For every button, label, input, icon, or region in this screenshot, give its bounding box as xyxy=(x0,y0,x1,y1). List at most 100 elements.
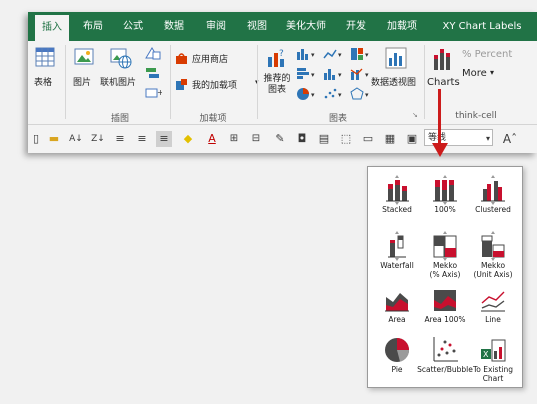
camera-icon[interactable]: ◘ xyxy=(294,131,310,147)
callout-arrow-head xyxy=(432,143,448,157)
scatter-chart-icon[interactable]: ▾ xyxy=(323,87,347,101)
chart-option-label: To Existing Chart xyxy=(473,365,513,383)
tab-addins[interactable]: 加载项 xyxy=(382,12,422,41)
new-file-icon[interactable]: ▯ xyxy=(28,131,44,147)
online-picture-button[interactable]: 联机图片 xyxy=(100,45,140,93)
table-icon xyxy=(35,47,55,67)
layout-icon[interactable]: ▦ xyxy=(382,131,398,147)
sort-ascending-icon[interactable]: A↓ xyxy=(68,131,84,147)
chart-option-clustered[interactable]: Clustered xyxy=(468,173,518,225)
group-divider xyxy=(424,45,425,119)
thinkcell-charts-icon xyxy=(434,49,450,70)
excel-ribbon: 插入 布局 公式 数据 审阅 视图 美化大师 开发 加载项 XY Chart L… xyxy=(28,12,537,153)
smartart-icon[interactable] xyxy=(144,66,162,80)
pivot-chart-label: 数据透视图 xyxy=(371,78,417,88)
svg-text:▾: ▾ xyxy=(311,71,315,79)
group-divider xyxy=(65,45,66,119)
ribbon-tab-bar: 插入 布局 公式 数据 审阅 视图 美化大师 开发 加载项 XY Chart L… xyxy=(28,12,537,41)
picture-frame-icon[interactable]: ▣ xyxy=(404,131,420,147)
open-folder-icon[interactable]: ▬ xyxy=(46,131,62,147)
tab-review[interactable]: 审阅 xyxy=(201,12,231,41)
line-option-icon xyxy=(481,291,505,312)
increase-font-icon[interactable]: Aˆ xyxy=(502,131,518,147)
chart-option-stacked[interactable]: Stacked xyxy=(372,173,422,225)
chart-option-label: Mekko (Unit Axis) xyxy=(473,261,513,279)
stacked-chart-icon xyxy=(386,175,409,205)
group-divider xyxy=(257,45,258,119)
chart-option-area[interactable]: Area xyxy=(372,283,422,335)
online-picture-label: 联机图片 xyxy=(100,78,137,88)
dialog-launcher-icon[interactable]: ↘ xyxy=(412,111,418,119)
pivot-chart-icon xyxy=(385,47,407,69)
svg-text:?: ? xyxy=(279,49,284,59)
waterfall-chart-icon xyxy=(388,231,406,261)
pivot-chart-button[interactable]: 数据透视图 xyxy=(371,45,421,95)
select-icon[interactable]: ⬚ xyxy=(338,131,354,147)
tab-layout[interactable]: 布局 xyxy=(78,12,108,41)
pie-chart-icon[interactable]: ▾ xyxy=(296,87,320,101)
picture-label: 图片 xyxy=(73,78,92,88)
tab-data[interactable]: 数据 xyxy=(159,12,189,41)
table-button[interactable]: 表格 xyxy=(32,45,58,93)
thinkcell-charts-button[interactable]: Charts xyxy=(426,45,460,97)
quick-toolbar: ▯ ▬ A↓ Z↓ ≡ ≡ ≡ ◆ A ⊞ ⊟ ✎ ◘ ▤ ⬚ ▭ ▦ ▣ 等线… xyxy=(28,125,537,153)
chart-option-to-existing[interactable]: X To Existing Chart xyxy=(468,333,518,385)
area-chart-icon xyxy=(385,293,409,312)
align-right-icon[interactable]: ≡ xyxy=(156,131,172,147)
line-chart-icon[interactable]: ▾ xyxy=(323,47,347,61)
store-button[interactable]: 应用商店 xyxy=(175,51,255,67)
callout-arrow-shaft xyxy=(438,89,441,145)
more-button[interactable]: More xyxy=(462,68,487,79)
percent-100-chart-icon xyxy=(433,175,457,205)
svg-text:▾: ▾ xyxy=(365,71,369,79)
tab-insert[interactable]: 插入 xyxy=(35,15,69,41)
format-painter-icon[interactable]: ✎ xyxy=(272,131,288,147)
tab-view[interactable]: 视图 xyxy=(242,12,272,41)
recommended-charts-button[interactable]: ? 推荐的 图表 xyxy=(261,45,293,111)
illustrations-group-label: 插图 xyxy=(110,114,129,124)
picture-icon xyxy=(74,48,94,65)
recommended-charts-icon: ? xyxy=(268,49,284,67)
bar-chart-icon[interactable]: ▾ xyxy=(296,67,320,81)
chart-option-area-100[interactable]: Area 100% xyxy=(420,283,470,335)
column-chart-icon[interactable]: ▾ xyxy=(296,47,320,61)
store-label: 应用商店 xyxy=(192,55,229,65)
percent-button[interactable]: % Percent xyxy=(462,49,512,60)
tab-formulas[interactable]: 公式 xyxy=(118,12,148,41)
svg-text:▾: ▾ xyxy=(338,71,342,79)
svg-text:▾: ▾ xyxy=(338,91,342,99)
insert-cells-icon[interactable]: ▭ xyxy=(360,131,376,147)
tab-developer[interactable]: 开发 xyxy=(341,12,371,41)
chart-option-mekko-unit[interactable]: Mekko (Unit Axis) xyxy=(468,229,518,281)
font-color-icon[interactable]: A xyxy=(204,131,220,147)
align-center-icon[interactable]: ≡ xyxy=(134,131,150,147)
tab-beautify-master[interactable]: 美化大师 xyxy=(282,12,330,41)
border-icon[interactable]: ⊞ xyxy=(226,131,242,147)
sort-descending-icon[interactable]: Z↓ xyxy=(90,131,106,147)
chart-option-100[interactable]: 100% xyxy=(420,173,470,225)
chevron-down-icon[interactable]: ▾ xyxy=(480,131,496,147)
align-left-icon[interactable]: ≡ xyxy=(112,131,128,147)
svg-text:X: X xyxy=(483,350,489,359)
chart-type-dropdown: Stacked 100% Clustered Waterfall Mekko (… xyxy=(367,166,523,388)
to-existing-chart-icon: X xyxy=(481,339,506,362)
thinkcell-charts-label: Charts xyxy=(427,77,460,88)
store-icon xyxy=(176,53,187,64)
chevron-down-icon: ▾ xyxy=(490,68,495,77)
merge-icon[interactable]: ⊟ xyxy=(248,131,264,147)
mekko-percent-chart-icon xyxy=(433,231,457,261)
chart-option-pie[interactable]: Pie xyxy=(372,333,422,385)
picture-button[interactable]: 图片 xyxy=(71,45,97,93)
addins-group-label: 加载项 xyxy=(199,114,227,124)
stat-chart-icon[interactable]: ▾ xyxy=(323,67,347,81)
fill-color-icon[interactable]: ◆ xyxy=(180,131,196,147)
my-addins-icon xyxy=(176,79,187,90)
svg-text:▾: ▾ xyxy=(311,91,315,99)
chart-option-label: Clustered xyxy=(475,205,511,214)
shapes-icon[interactable] xyxy=(144,46,162,60)
paste-icon[interactable]: ▤ xyxy=(316,131,332,147)
tab-xy-chart-labels[interactable]: XY Chart Labels xyxy=(432,12,532,41)
chart-option-line[interactable]: Line xyxy=(468,283,518,335)
my-addins-button[interactable]: 我的加载项 ▾ xyxy=(175,77,263,93)
screenshot-icon[interactable]: + xyxy=(144,86,162,100)
